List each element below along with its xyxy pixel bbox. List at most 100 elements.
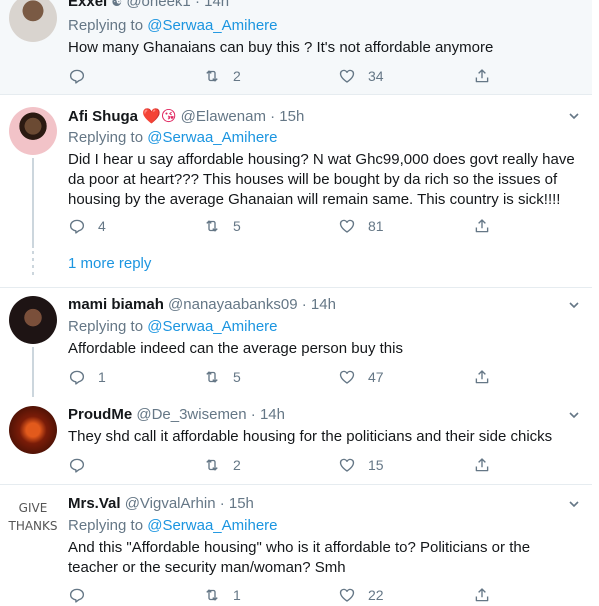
tweet-actions: 1 5 47	[68, 367, 508, 387]
replying-to-label: Replying to	[68, 517, 144, 534]
replying-to: Replying to @Serwaa_Amihere	[68, 17, 278, 34]
tweet-header: Afi Shuga ❤️😘 @Elawenam · 15h	[68, 107, 304, 125]
reply-count: 1	[98, 369, 106, 385]
heart-emoji-icon: ❤️😘	[142, 108, 177, 125]
share-icon	[475, 588, 489, 602]
like-button[interactable]: 22	[338, 585, 384, 605]
share-icon	[475, 219, 489, 233]
share-button[interactable]	[473, 455, 491, 475]
like-count: 47	[368, 369, 384, 385]
handle[interactable]: @De_3wisemen	[136, 406, 246, 423]
retweet-icon	[206, 220, 218, 232]
retweet-button[interactable]: 5	[203, 367, 241, 387]
share-icon	[475, 69, 489, 83]
tweet-mrs-val[interactable]: Mrs.Val @VigvalArhin · 15h Replying to @…	[0, 485, 592, 606]
thread-line	[32, 158, 34, 248]
share-button[interactable]	[473, 367, 491, 387]
tweet-header: mami biamah @nanayaabanks09 · 14h	[68, 296, 336, 313]
like-button[interactable]: 34	[338, 66, 384, 86]
retweet-count: 2	[233, 457, 241, 473]
share-button[interactable]	[473, 585, 491, 605]
tweet-exxel[interactable]: Exxel ☯ @oneek1 · 14h Replying to @Serwa…	[0, 0, 592, 95]
like-icon	[339, 69, 355, 83]
tweet-proudme[interactable]: ProudMe @De_3wisemen · 14h They shd call…	[0, 397, 592, 485]
timestamp[interactable]: 15h	[229, 495, 254, 512]
retweet-count: 2	[233, 68, 241, 84]
like-button[interactable]: 81	[338, 216, 384, 236]
reply-button[interactable]: 4	[68, 216, 106, 236]
like-count: 34	[368, 68, 384, 84]
separator-dot: ·	[270, 108, 276, 125]
like-button[interactable]: 47	[338, 367, 384, 387]
handle[interactable]: @nanayaabanks09	[168, 296, 298, 313]
replying-to-handle[interactable]: @Serwaa_Amihere	[147, 517, 277, 534]
tweet-text: How many Ghanaians can buy this ? It's n…	[68, 39, 494, 56]
display-name[interactable]: ProudMe	[68, 406, 132, 423]
show-more-replies-link[interactable]: 1 more reply	[68, 255, 151, 272]
tweet-header: Exxel ☯ @oneek1 · 14h	[68, 0, 229, 10]
retweet-button[interactable]: 5	[203, 216, 241, 236]
retweet-button[interactable]: 2	[203, 66, 241, 86]
reply-button[interactable]: 1	[68, 367, 106, 387]
display-name[interactable]: Mrs.Val	[68, 495, 121, 512]
timestamp[interactable]: 14h	[204, 0, 229, 10]
tweet-actions: 2 15	[68, 455, 508, 475]
reply-count: 4	[98, 218, 106, 234]
chevron-down-icon[interactable]	[568, 498, 580, 510]
reply-button[interactable]	[68, 455, 98, 475]
retweet-icon	[206, 589, 218, 601]
handle[interactable]: @Elawenam	[181, 108, 266, 125]
like-button[interactable]: 15	[338, 455, 384, 475]
retweet-button[interactable]: 2	[203, 455, 241, 475]
thread-dots	[32, 251, 34, 279]
chevron-down-icon[interactable]	[568, 110, 580, 122]
tweet-text: Did I hear u say affordable housing? N w…	[68, 151, 575, 208]
tweet-actions: 1 22	[68, 585, 508, 605]
reply-icon	[69, 458, 85, 473]
separator-dot: ·	[219, 495, 225, 512]
retweet-count: 1	[233, 587, 241, 603]
timestamp[interactable]: 14h	[260, 406, 285, 423]
replying-to-label: Replying to	[68, 318, 144, 335]
tweet-text: And this "Affordable housing" who is it …	[68, 539, 531, 576]
retweet-button[interactable]: 1	[203, 585, 241, 605]
retweet-icon	[206, 70, 218, 82]
tweet-header: ProudMe @De_3wisemen · 14h	[68, 406, 285, 423]
retweet-icon	[206, 371, 218, 383]
reply-button[interactable]	[68, 585, 98, 605]
avatar[interactable]	[9, 0, 57, 42]
replying-to: Replying to @Serwaa_Amihere	[68, 517, 278, 534]
tweet-mami-biamah[interactable]: mami biamah @nanayaabanks09 · 14h Replyi…	[0, 289, 592, 397]
replying-to-handle[interactable]: @Serwaa_Amihere	[147, 17, 277, 34]
reply-icon	[69, 219, 85, 234]
share-button[interactable]	[473, 66, 491, 86]
display-name[interactable]: mami biamah	[68, 296, 164, 313]
handle[interactable]: @oneek1	[126, 0, 190, 10]
reply-icon	[69, 69, 85, 84]
chevron-down-icon[interactable]	[568, 409, 580, 421]
tweet-actions: 2 34	[68, 66, 508, 86]
share-icon	[475, 370, 489, 384]
like-count: 15	[368, 457, 384, 473]
chevron-down-icon[interactable]	[568, 299, 580, 311]
display-name[interactable]: Afi Shuga	[68, 108, 138, 125]
like-icon	[339, 370, 355, 384]
like-count: 81	[368, 218, 384, 234]
avatar-give-thanks[interactable]: GIVE THANKS	[7, 499, 59, 551]
reply-button[interactable]	[68, 66, 98, 86]
avatar[interactable]	[9, 296, 57, 344]
replying-to-handle[interactable]: @Serwaa_Amihere	[147, 129, 277, 146]
replying-to-handle[interactable]: @Serwaa_Amihere	[147, 318, 277, 335]
handle[interactable]: @VigvalArhin	[125, 495, 216, 512]
timestamp[interactable]: 14h	[311, 296, 336, 313]
thread-line	[32, 347, 34, 397]
separator-dot: ·	[301, 296, 307, 313]
avatar[interactable]	[9, 107, 57, 155]
avatar[interactable]	[9, 406, 57, 454]
like-icon	[339, 588, 355, 602]
display-name[interactable]: Exxel	[68, 0, 107, 10]
like-icon	[339, 458, 355, 472]
tweet-text: They shd call it affordable housing for …	[68, 428, 553, 445]
timestamp[interactable]: 15h	[279, 108, 304, 125]
share-button[interactable]	[473, 216, 491, 236]
